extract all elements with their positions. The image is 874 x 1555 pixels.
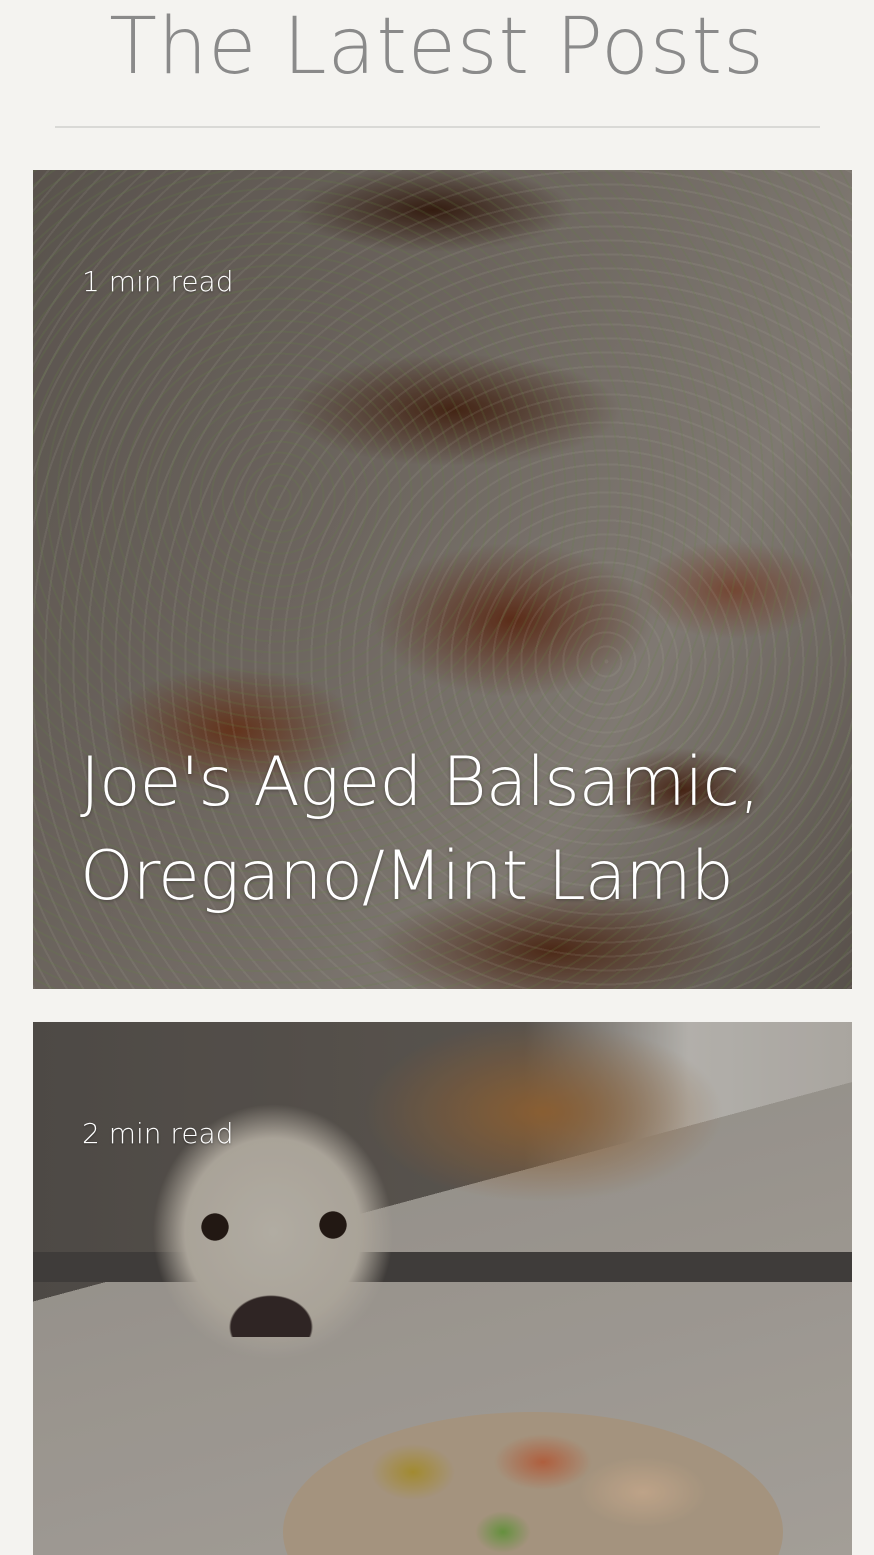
- post-title-link[interactable]: Joe's Aged Balsamic, Oregano/Mint Lamb: [80, 736, 820, 924]
- blog-feed: The Latest Posts 1 min read Joe's Aged B…: [0, 0, 874, 1555]
- section-title: The Latest Posts: [109, 2, 765, 92]
- read-time: 2 min read: [82, 1117, 234, 1150]
- post-card[interactable]: 1 min read Joe's Aged Balsamic, Oregano/…: [33, 170, 852, 989]
- read-time: 1 min read: [82, 265, 234, 298]
- title-divider: [55, 126, 820, 128]
- cover-overlay: [33, 1022, 852, 1555]
- post-card[interactable]: 2 min read: [33, 1022, 852, 1555]
